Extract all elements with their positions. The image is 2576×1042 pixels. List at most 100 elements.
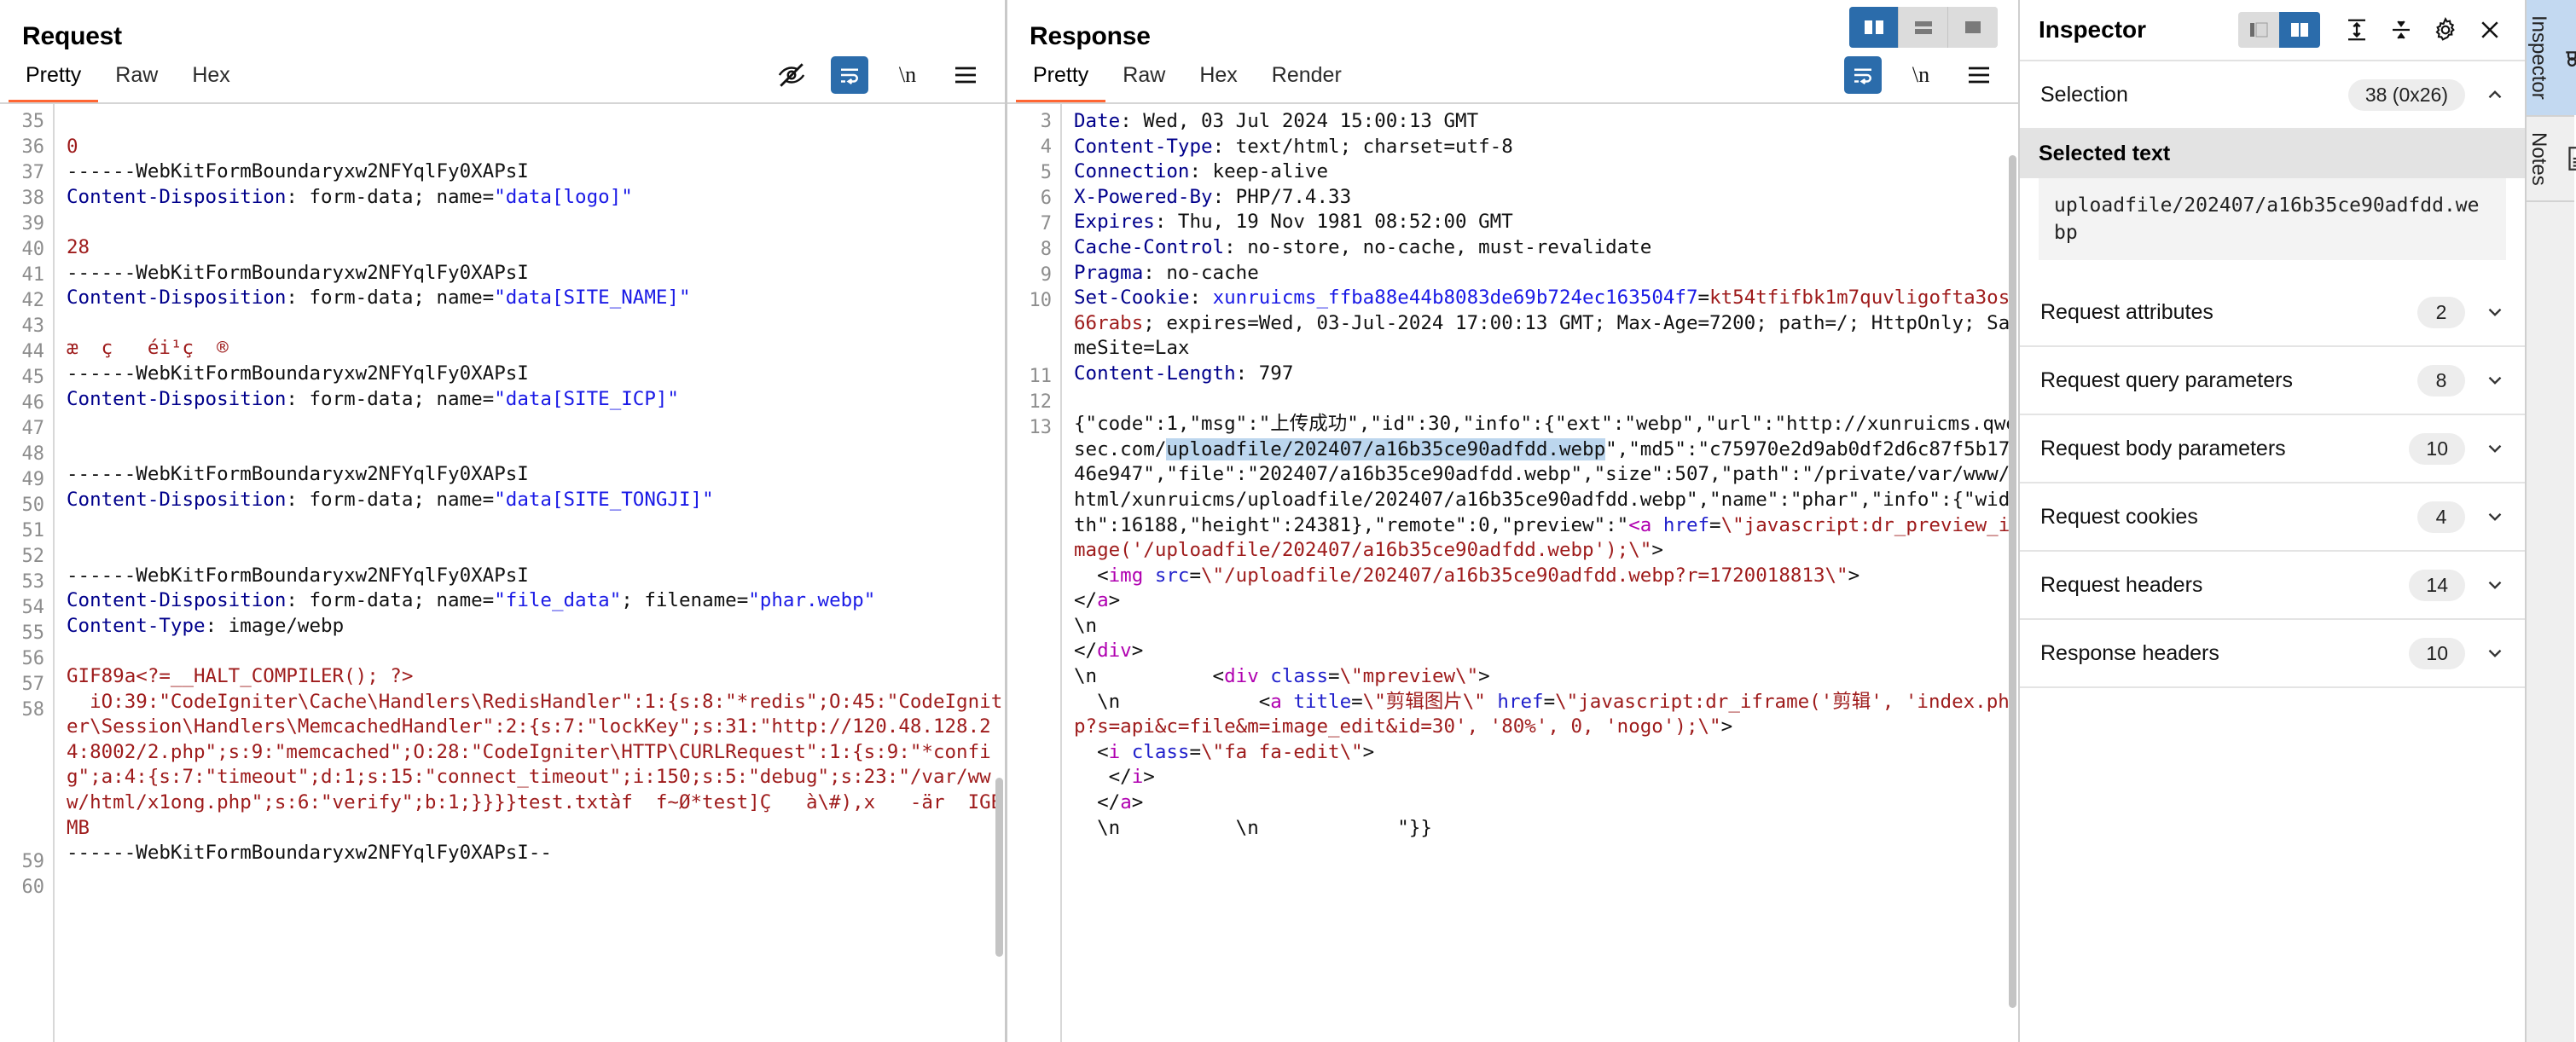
code-line[interactable]: ------WebKitFormBoundaryxw2NFYqlFy0XAPsI	[67, 462, 1005, 488]
code-line[interactable]: <i class=\"fa fa-edit\">	[1074, 740, 2018, 766]
inspector-section-row[interactable]: Request attributes 2	[2020, 279, 2525, 347]
tab-response-raw[interactable]: Raw	[1105, 56, 1182, 104]
code-line[interactable]: </i>	[1074, 765, 2018, 790]
tab-request-raw[interactable]: Raw	[98, 56, 175, 104]
response-scrollbar[interactable]	[2009, 155, 2016, 1008]
response-body-view[interactable]: 3 4 5 6 7 8 9 10 11 12 13 Date: Wed, 03 Jul 2024 1…	[1007, 104, 2018, 1042]
request-body-view[interactable]: 35 36 37 38 39 40 41 42 43 44 45 46 47 48 49 50 51 52 53 54…	[0, 104, 1005, 1042]
code-line[interactable]: ------WebKitFormBoundaryxw2NFYqlFy0XAPsI…	[67, 841, 1005, 866]
inspector-split-icon[interactable]	[2279, 12, 2320, 48]
code-line[interactable]: Date: Wed, 03 Jul 2024 15:00:13 GMT	[1074, 109, 2018, 135]
tab-response-hex[interactable]: Hex	[1182, 56, 1254, 104]
code-line[interactable]: ------WebKitFormBoundaryxw2NFYqlFy0XAPsI	[67, 564, 1005, 589]
chevron-down-icon[interactable]	[2484, 437, 2506, 460]
inspector-section-row[interactable]: Request body parameters 10	[2020, 415, 2525, 483]
code-line[interactable]: <img src=\"/uploadfile/202407/a16b35ce90…	[1074, 564, 2018, 589]
code-line[interactable]	[67, 538, 1005, 564]
layout-single-icon[interactable]	[1948, 7, 1998, 48]
code-line[interactable]: </a>	[1074, 588, 2018, 614]
code-line[interactable]: Cache-Control: no-store, no-cache, must-…	[1074, 235, 2018, 261]
eye-off-icon[interactable]	[773, 56, 810, 94]
collapse-all-icon[interactable]	[2382, 10, 2421, 49]
tab-response-pretty[interactable]: Pretty	[1016, 56, 1106, 104]
code-line[interactable]: Content-Disposition: form-data; name="fi…	[67, 588, 1005, 614]
code-line[interactable]: {"code":1,"msg":"上传成功","id":30,"info":{"…	[1074, 412, 2018, 564]
code-line[interactable]	[67, 412, 1005, 437]
code-line[interactable]: Set-Cookie: xunruicms_ffba88e44b8083de69…	[1074, 286, 2018, 362]
code-line[interactable]: GIF89a<?=__HALT_COMPILER(); ?>	[67, 664, 1005, 690]
inspector-section-row[interactable]: Request query parameters 8	[2020, 347, 2525, 415]
code-line[interactable]: Expires: Thu, 19 Nov 1981 08:52:00 GMT	[1074, 210, 2018, 235]
tab-response-render[interactable]: Render	[1255, 56, 1359, 104]
code-span: iO:39:"CodeIgniter\Cache\Handlers\RedisH…	[67, 690, 1003, 839]
chevron-down-icon[interactable]	[2484, 574, 2506, 596]
line-number	[1007, 618, 1052, 644]
layout-stacked-icon[interactable]	[1899, 7, 1948, 48]
tab-request-hex[interactable]: Hex	[175, 56, 247, 104]
inspector-selection-row[interactable]: Selection 38 (0x26)	[2020, 61, 2525, 130]
code-line[interactable]: Content-Disposition: form-data; name="da…	[67, 286, 1005, 311]
rail-item-notes[interactable]: Notes	[2527, 117, 2576, 201]
request-scrollbar[interactable]	[995, 778, 1003, 957]
code-line[interactable]	[67, 311, 1005, 337]
code-line[interactable]	[67, 866, 1005, 892]
response-code[interactable]: Date: Wed, 03 Jul 2024 15:00:13 GMT Conte…	[1062, 104, 2018, 1042]
code-line[interactable]: Connection: keep-alive	[1074, 159, 2018, 185]
code-line[interactable]: \n \n "}}	[1074, 816, 2018, 842]
word-wrap-icon[interactable]	[831, 56, 868, 94]
chevron-down-icon[interactable]	[2484, 506, 2506, 528]
code-line[interactable]: Content-Type: text/html; charset=utf-8	[1074, 135, 2018, 160]
code-line[interactable]: \n <a title=\"剪辑图片\" href=\"javascript:d…	[1074, 690, 2018, 740]
code-line[interactable]	[67, 513, 1005, 539]
inspector-compact-icon[interactable]	[2238, 12, 2279, 48]
chevron-down-icon[interactable]	[2484, 642, 2506, 664]
hamburger-menu-icon[interactable]	[1960, 56, 1998, 94]
inspector-section-row[interactable]: Response headers 10	[2020, 620, 2525, 688]
code-span: a	[1270, 690, 1282, 713]
word-wrap-icon[interactable]	[1844, 56, 1882, 94]
newline-icon[interactable]: \n	[1902, 56, 1940, 94]
code-span: Content-Length	[1074, 362, 1236, 385]
code-line[interactable]: iO:39:"CodeIgniter\Cache\Handlers\RedisH…	[67, 690, 1005, 842]
code-line[interactable]: æ ç éi¹ç ®	[67, 336, 1005, 362]
code-line[interactable]	[67, 109, 1005, 135]
code-line[interactable]: </a>	[1074, 790, 2018, 816]
chevron-up-icon[interactable]	[2484, 84, 2506, 106]
chevron-down-icon[interactable]	[2484, 369, 2506, 391]
code-line[interactable]	[67, 210, 1005, 235]
code-line[interactable]: 0	[67, 135, 1005, 160]
code-line[interactable]: ------WebKitFormBoundaryxw2NFYqlFy0XAPsI	[67, 362, 1005, 387]
code-line[interactable]: Content-Disposition: form-data; name="da…	[67, 488, 1005, 513]
hamburger-menu-icon[interactable]	[947, 56, 984, 94]
layout-side-by-side-icon[interactable]	[1849, 7, 1899, 48]
code-line[interactable]: Content-Type: image/webp	[67, 614, 1005, 640]
code-line[interactable]: Pragma: no-cache	[1074, 261, 2018, 287]
code-line[interactable]	[67, 639, 1005, 664]
code-line[interactable]: </div>	[1074, 639, 2018, 664]
rail-item-inspector[interactable]: Inspector	[2527, 0, 2576, 115]
code-line[interactable]: 28	[67, 235, 1005, 261]
request-code[interactable]: 0 ------WebKitFormBoundaryxw2NFYqlFy0XAPs…	[55, 104, 1005, 1042]
code-line[interactable]: ------WebKitFormBoundaryxw2NFYqlFy0XAPsI	[67, 159, 1005, 185]
code-line[interactable]: Content-Length: 797	[1074, 362, 2018, 387]
inspector-section-row[interactable]: Request headers 14	[2020, 552, 2525, 620]
code-line[interactable]: Content-Disposition: form-data; name="da…	[67, 387, 1005, 413]
inspector-section-row[interactable]: Request cookies 4	[2020, 483, 2525, 552]
code-line[interactable]: Content-Disposition: form-data; name="da…	[67, 185, 1005, 211]
tab-request-pretty[interactable]: Pretty	[9, 56, 99, 104]
selected-text-value[interactable]: uploadfile/202407/a16b35ce90adfdd.webp	[2039, 178, 2506, 260]
newline-icon[interactable]: \n	[889, 56, 926, 94]
code-line[interactable]	[1074, 387, 2018, 413]
code-line[interactable]: \n	[1074, 614, 2018, 640]
inspector-section-label: Request body parameters	[2040, 436, 2286, 460]
code-line[interactable]	[67, 437, 1005, 463]
close-icon[interactable]	[2470, 10, 2509, 49]
chevron-down-icon[interactable]	[2484, 301, 2506, 323]
gear-icon[interactable]	[2426, 10, 2465, 49]
line-number: 41	[21, 264, 45, 286]
code-line[interactable]: X-Powered-By: PHP/7.4.33	[1074, 185, 2018, 211]
expand-all-icon[interactable]	[2337, 10, 2376, 49]
code-line[interactable]: ------WebKitFormBoundaryxw2NFYqlFy0XAPsI	[67, 261, 1005, 287]
code-span: \n <	[1074, 665, 1225, 688]
code-line[interactable]: \n <div class=\"mpreview\">	[1074, 664, 2018, 690]
